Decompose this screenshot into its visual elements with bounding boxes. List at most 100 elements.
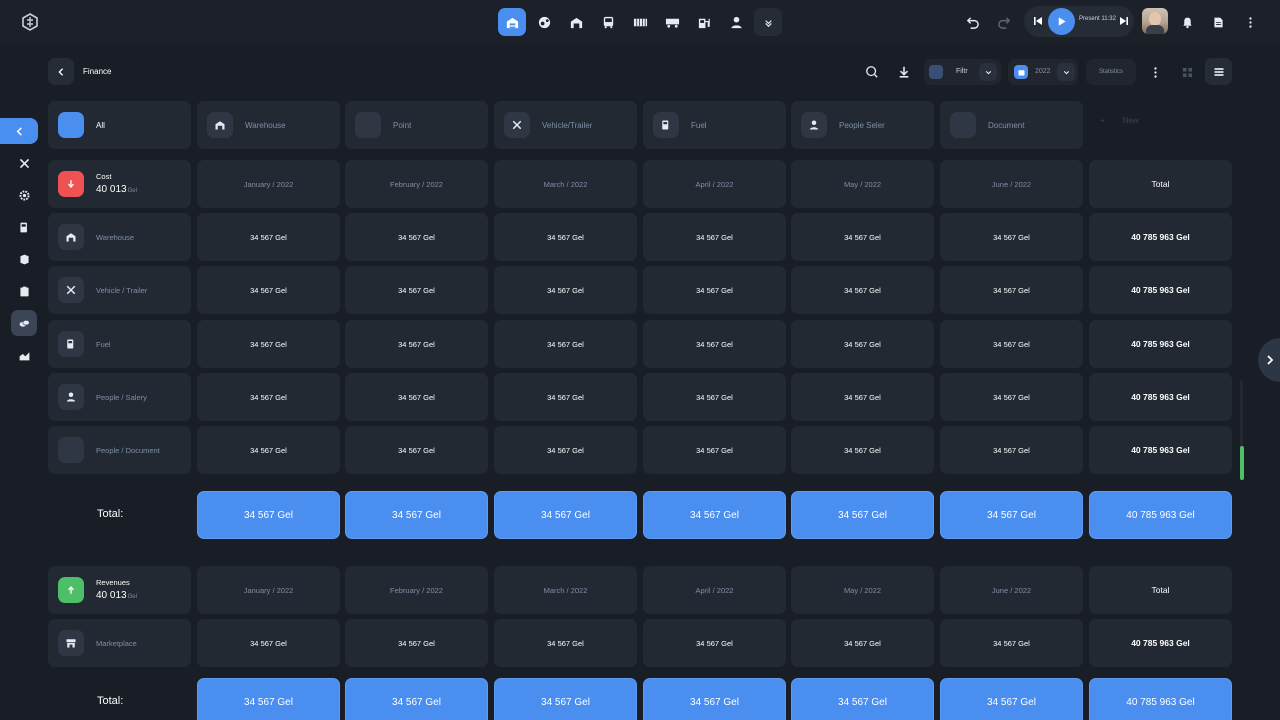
grid-view-icon[interactable]: [1176, 61, 1198, 83]
statistics-button[interactable]: Statistics: [1086, 59, 1136, 85]
table-cell[interactable]: 34 567 Gel: [345, 426, 488, 474]
document-icon: [58, 437, 84, 463]
sidebar-item-reports[interactable]: [11, 246, 37, 272]
row-label-vehicle-trailer[interactable]: Vehicle / Trailer: [48, 266, 191, 314]
row-label-warehouse[interactable]: Warehouse: [48, 213, 191, 261]
garage-module-icon[interactable]: [562, 8, 590, 36]
person-module-icon[interactable]: [722, 8, 750, 36]
table-cell[interactable]: 34 567 Gel: [494, 619, 637, 667]
fuel-station-module-icon[interactable]: [690, 8, 718, 36]
row-label-people-salery[interactable]: People / Salery: [48, 373, 191, 421]
table-cell[interactable]: 34 567 Gel: [791, 619, 934, 667]
table-cell[interactable]: 34 567 Gel: [494, 426, 637, 474]
tab-label: All: [96, 121, 105, 130]
row-label-marketplace[interactable]: Marketplace: [48, 619, 191, 667]
sidebar-collapse-button[interactable]: [0, 118, 38, 144]
tab-fuel[interactable]: Fuel: [643, 101, 786, 149]
undo-icon[interactable]: [960, 10, 984, 34]
table-cell[interactable]: 34 567 Gel: [197, 266, 340, 314]
presentation-player: Present 11:32: [1024, 6, 1134, 37]
back-button[interactable]: [48, 58, 74, 85]
sidebar-item-clipboard[interactable]: [11, 278, 37, 304]
table-cell[interactable]: 34 567 Gel: [345, 320, 488, 368]
more-vertical-icon[interactable]: [1145, 62, 1165, 82]
download-icon[interactable]: [894, 62, 914, 82]
tab-all[interactable]: All: [48, 101, 191, 149]
document-icon: [950, 112, 976, 138]
play-icon[interactable]: [1048, 8, 1075, 35]
app-logo-icon[interactable]: [20, 12, 40, 32]
tab-point[interactable]: Point: [345, 101, 488, 149]
search-icon[interactable]: [862, 62, 882, 82]
table-cell[interactable]: 34 567 Gel: [345, 213, 488, 261]
bell-icon[interactable]: [1177, 12, 1197, 32]
page-title: Finance: [83, 67, 112, 76]
table-cell[interactable]: 34 567 Gel: [643, 373, 786, 421]
row-label-fuel[interactable]: Fuel: [48, 320, 191, 368]
currency: Gel: [127, 188, 137, 194]
table-cell[interactable]: 34 567 Gel: [791, 426, 934, 474]
table-cell[interactable]: 34 567 Gel: [643, 266, 786, 314]
trailer-module-icon[interactable]: [658, 8, 686, 36]
avatar[interactable]: [1142, 8, 1168, 34]
table-cell[interactable]: 34 567 Gel: [494, 266, 637, 314]
more-vertical-icon[interactable]: [1240, 12, 1260, 32]
tab-people-seler[interactable]: People Seler: [791, 101, 934, 149]
table-cell[interactable]: 34 567 Gel: [791, 320, 934, 368]
next-page-button[interactable]: [1258, 338, 1280, 382]
total-header: Total: [1089, 566, 1232, 614]
table-cell[interactable]: 34 567 Gel: [940, 619, 1083, 667]
table-cell[interactable]: 34 567 Gel: [791, 373, 934, 421]
table-cell[interactable]: 34 567 Gel: [345, 266, 488, 314]
table-cell[interactable]: 34 567 Gel: [643, 320, 786, 368]
redo-icon[interactable]: [992, 10, 1016, 34]
sidebar-item-finance[interactable]: [11, 310, 37, 336]
truck-front-module-icon[interactable]: [594, 8, 622, 36]
tab-vehicle-trailer[interactable]: Vehicle/Trailer: [494, 101, 637, 149]
tab-document[interactable]: Document: [940, 101, 1083, 149]
table-cell[interactable]: 34 567 Gel: [197, 373, 340, 421]
warehouse-module-icon[interactable]: [498, 8, 526, 36]
sidebar-item-tools[interactable]: [11, 150, 37, 176]
table-cell[interactable]: 34 567 Gel: [940, 266, 1083, 314]
table-cell[interactable]: 34 567 Gel: [940, 320, 1083, 368]
table-cell[interactable]: 34 567 Gel: [494, 373, 637, 421]
document-icon[interactable]: [1208, 12, 1228, 32]
point-module-icon[interactable]: [530, 8, 558, 36]
new-tab-button[interactable]: + New: [1100, 116, 1139, 125]
table-cell[interactable]: 34 567 Gel: [345, 619, 488, 667]
table-cell[interactable]: 34 567 Gel: [940, 373, 1083, 421]
table-cell[interactable]: 34 567 Gel: [643, 619, 786, 667]
scrollbar-thumb[interactable]: [1240, 446, 1244, 480]
table-cell[interactable]: 34 567 Gel: [791, 266, 934, 314]
sidebar-item-statistics[interactable]: [11, 342, 37, 368]
chevron-down-icon[interactable]: [1057, 63, 1075, 81]
more-modules-chevron-icon[interactable]: [754, 8, 782, 36]
table-cell[interactable]: 34 567 Gel: [940, 426, 1083, 474]
table-cell[interactable]: 34 567 Gel: [643, 426, 786, 474]
filter-label: Filtr: [956, 68, 968, 75]
table-cell[interactable]: 34 567 Gel: [345, 373, 488, 421]
sidebar-item-settings[interactable]: [11, 182, 37, 208]
chevron-down-icon[interactable]: [979, 63, 997, 81]
table-cell[interactable]: 34 567 Gel: [643, 213, 786, 261]
sidebar-item-fuel[interactable]: [11, 214, 37, 240]
table-cell[interactable]: 34 567 Gel: [197, 213, 340, 261]
table-cell[interactable]: 34 567 Gel: [940, 213, 1083, 261]
next-icon[interactable]: [1118, 14, 1130, 32]
previous-icon[interactable]: [1032, 14, 1044, 32]
table-cell[interactable]: 34 567 Gel: [494, 213, 637, 261]
tab-warehouse[interactable]: Warehouse: [197, 101, 340, 149]
list-view-icon[interactable]: [1205, 58, 1232, 85]
table-cell[interactable]: 34 567 Gel: [197, 426, 340, 474]
year-dropdown[interactable]: 2022: [1008, 59, 1078, 85]
month-header: April / 2022: [643, 566, 786, 614]
row-label-people-document[interactable]: People / Document: [48, 426, 191, 474]
table-cell[interactable]: 34 567 Gel: [197, 320, 340, 368]
table-cell[interactable]: 34 567 Gel: [197, 619, 340, 667]
filter-dropdown[interactable]: Filtr: [924, 59, 1001, 85]
table-cell[interactable]: 34 567 Gel: [494, 320, 637, 368]
container-module-icon[interactable]: [626, 8, 654, 36]
row-label-text: People / Document: [96, 446, 160, 455]
table-cell[interactable]: 34 567 Gel: [791, 213, 934, 261]
